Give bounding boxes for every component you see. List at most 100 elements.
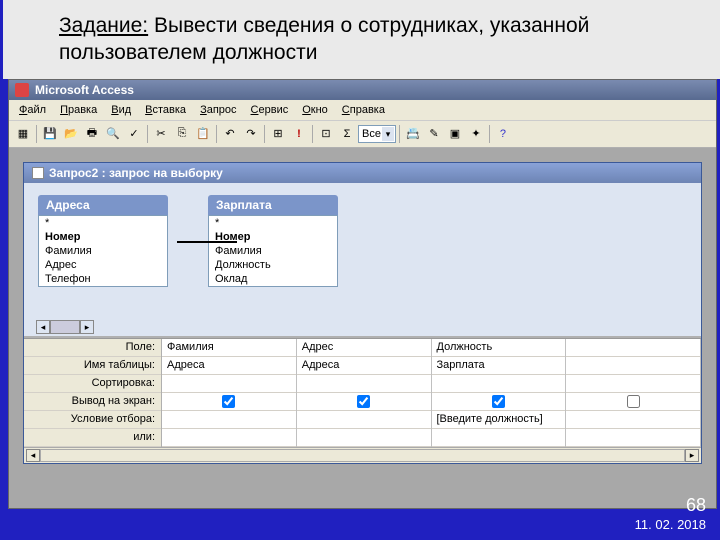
querytype-button[interactable]: ⊞ (268, 124, 288, 144)
menu-tools[interactable]: Сервис (245, 102, 295, 118)
diagram-pane[interactable]: Адреса * Номер Фамилия Адрес Телефон Зар… (24, 183, 701, 338)
grid-col[interactable]: Должность Зарплата [Введите должность] (432, 339, 567, 447)
cell-criteria[interactable] (162, 411, 296, 429)
field-item[interactable]: Адрес (39, 258, 167, 272)
menu-edit[interactable]: Правка (54, 102, 103, 118)
menu-help[interactable]: Справка (336, 102, 391, 118)
query-icon (32, 167, 44, 179)
scroll-thumb[interactable] (50, 320, 80, 334)
row-label-criteria: Условие отбора: (24, 411, 161, 429)
undo-button[interactable]: ↶ (220, 124, 240, 144)
save-button[interactable]: 💾 (40, 124, 60, 144)
dbwindow-button[interactable]: ▣ (445, 124, 465, 144)
showtable-button[interactable]: ⊡ (316, 124, 336, 144)
cut-button[interactable]: ✂ (151, 124, 171, 144)
task-label: Задание: (59, 14, 148, 37)
diagram-hscroll[interactable]: ◂ ▸ (36, 320, 94, 334)
table-caption: Зарплата (208, 195, 338, 215)
field-item[interactable]: * (39, 216, 167, 230)
cell-table[interactable]: Адреса (297, 357, 431, 375)
paste-button[interactable]: 📋 (193, 124, 213, 144)
menu-query[interactable]: Запрос (194, 102, 242, 118)
cell-or[interactable] (297, 429, 431, 447)
field-list[interactable]: * Номер Фамилия Адрес Телефон (38, 215, 168, 287)
field-list[interactable]: * Номер Фамилия Должность Оклад (208, 215, 338, 287)
cell-sort[interactable] (297, 375, 431, 393)
cell-criteria[interactable]: [Введите должность] (432, 411, 566, 429)
table-box-adresa[interactable]: Адреса * Номер Фамилия Адрес Телефон (38, 195, 168, 330)
cell-criteria[interactable] (566, 411, 700, 429)
cell-sort[interactable] (566, 375, 700, 393)
view-button[interactable]: ▦ (13, 124, 33, 144)
show-checkbox[interactable] (357, 395, 370, 408)
print-button[interactable]: 🖶 (82, 124, 102, 144)
cell-criteria[interactable] (297, 411, 431, 429)
row-label-field: Поле: (24, 339, 161, 357)
show-checkbox[interactable] (222, 395, 235, 408)
preview-button[interactable]: 🔍 (103, 124, 123, 144)
grid-hscroll[interactable]: ◂ ▸ (24, 447, 701, 463)
cell-show[interactable] (432, 393, 566, 411)
grid-col[interactable]: Фамилия Адреса (162, 339, 297, 447)
show-checkbox[interactable] (492, 395, 505, 408)
newobj-button[interactable]: ✦ (466, 124, 486, 144)
table-box-zarplata[interactable]: Зарплата * Номер Фамилия Должность Оклад (208, 195, 338, 330)
access-window: Microsoft Access Файл Правка Вид Вставка… (8, 79, 717, 509)
redo-button[interactable]: ↷ (241, 124, 261, 144)
scroll-track[interactable] (40, 449, 685, 462)
cell-table[interactable] (566, 357, 700, 375)
field-item[interactable]: Телефон (39, 272, 167, 286)
open-button[interactable]: 📂 (61, 124, 81, 144)
grid-col[interactable]: Адрес Адреса (297, 339, 432, 447)
cell-table[interactable]: Зарплата (432, 357, 566, 375)
menu-insert[interactable]: Вставка (139, 102, 192, 118)
toolbar: ▦ 💾 📂 🖶 🔍 ✓ ✂ ⎘ 📋 ↶ ↷ ⊞ ! ⊡ Σ Все 📇 ✎ ▣ (9, 121, 716, 148)
scroll-left-icon[interactable]: ◂ (36, 320, 50, 334)
field-item[interactable]: Фамилия (39, 244, 167, 258)
cell-or[interactable] (162, 429, 296, 447)
menu-view[interactable]: Вид (105, 102, 137, 118)
menu-file[interactable]: Файл (13, 102, 52, 118)
field-item[interactable]: Должность (209, 258, 337, 272)
task-header: Задание: Вывести сведения о сотрудниках,… (3, 0, 720, 79)
field-item[interactable]: Оклад (209, 272, 337, 286)
cell-or[interactable] (432, 429, 566, 447)
builder-button[interactable]: ✎ (424, 124, 444, 144)
field-item[interactable]: * (209, 216, 337, 230)
cell-show[interactable] (566, 393, 700, 411)
grid-row-labels: Поле: Имя таблицы: Сортировка: Вывод на … (24, 339, 162, 447)
row-label-or: или: (24, 429, 161, 447)
cell-show[interactable] (162, 393, 296, 411)
join-line[interactable] (177, 241, 237, 243)
query-window: Запрос2 : запрос на выборку Адреса * Ном… (23, 162, 702, 464)
row-label-sort: Сортировка: (24, 375, 161, 393)
cell-field[interactable]: Адрес (297, 339, 431, 357)
cell-field[interactable]: Фамилия (162, 339, 296, 357)
slide-footer: 68 11. 02. 2018 (635, 495, 706, 532)
field-item[interactable]: Номер (39, 230, 167, 244)
cell-sort[interactable] (432, 375, 566, 393)
cell-show[interactable] (297, 393, 431, 411)
properties-button[interactable]: 📇 (403, 124, 423, 144)
show-checkbox[interactable] (627, 395, 640, 408)
cell-table[interactable]: Адреса (162, 357, 296, 375)
grid-columns: Фамилия Адреса Адрес Адреса (162, 339, 701, 447)
cell-sort[interactable] (162, 375, 296, 393)
spell-button[interactable]: ✓ (124, 124, 144, 144)
cell-field[interactable] (566, 339, 700, 357)
topvalues-combo[interactable]: Все (358, 125, 396, 143)
row-label-show: Вывод на экран: (24, 393, 161, 411)
cell-or[interactable] (566, 429, 700, 447)
copy-button[interactable]: ⎘ (172, 124, 192, 144)
field-item[interactable]: Фамилия (209, 244, 337, 258)
cell-field[interactable]: Должность (432, 339, 566, 357)
scroll-left-icon[interactable]: ◂ (26, 449, 40, 462)
grid-col[interactable] (566, 339, 701, 447)
app-title: Microsoft Access (35, 83, 134, 97)
help-button[interactable]: ? (493, 124, 513, 144)
run-button[interactable]: ! (289, 124, 309, 144)
totals-button[interactable]: Σ (337, 124, 357, 144)
scroll-right-icon[interactable]: ▸ (80, 320, 94, 334)
menu-window[interactable]: Окно (296, 102, 334, 118)
scroll-right-icon[interactable]: ▸ (685, 449, 699, 462)
